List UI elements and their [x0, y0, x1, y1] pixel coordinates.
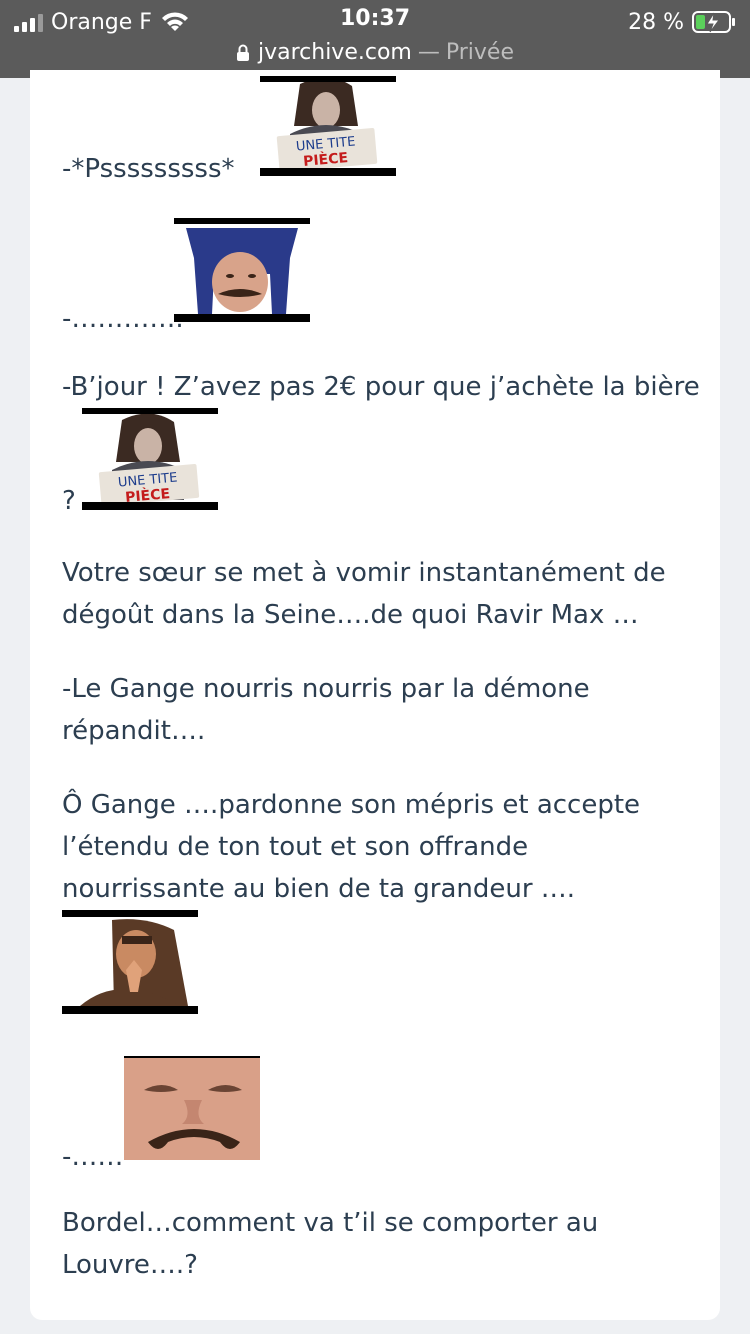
status-bar: Orange F 10:37 28 % jvarchive.com — Priv…	[0, 0, 750, 78]
lock-icon	[236, 44, 249, 61]
paragraph-3: Ô Gange ….pardonne son mépris et accepte…	[62, 790, 641, 904]
battery-charging-icon	[692, 11, 735, 33]
private-mode-label: Privée	[445, 40, 514, 65]
text-line-3-question: ?	[62, 486, 76, 516]
battery-percent: 28 %	[628, 9, 684, 35]
praying-hands-sticker	[62, 910, 198, 1014]
beggar-sign-sticker: UNE TITE PIÈCE	[82, 408, 218, 510]
mustache-closeup-sticker	[124, 1056, 260, 1160]
url-separator: —	[417, 40, 440, 65]
paragraph-4: Bordel…comment va t’il se comporter au L…	[62, 1208, 599, 1280]
address-bar[interactable]: jvarchive.com — Privée	[0, 40, 750, 65]
text-line-2: -………….	[62, 304, 184, 334]
paragraph-2: -Le Gange nourris nourris par la démone …	[62, 674, 590, 746]
beggar-sign-sticker: UNE TITE PIÈCE	[260, 76, 396, 176]
status-right: 28 %	[628, 8, 736, 36]
text-line-4: -……	[62, 1142, 124, 1172]
text-line-1: -*Psssssssss*	[62, 154, 235, 184]
text-line-3: -B’jour ! Z’avez pas 2€ pour que j’achèt…	[62, 372, 700, 402]
post-card: -*Psssssssss* UNE TITE PIÈCE -…………. -B’j…	[30, 70, 720, 1320]
paragraph-1: Votre sœur se met à vomir instantanément…	[62, 558, 666, 630]
anime-hair-mustache-sticker	[174, 218, 310, 322]
url-host: jvarchive.com	[257, 40, 412, 65]
